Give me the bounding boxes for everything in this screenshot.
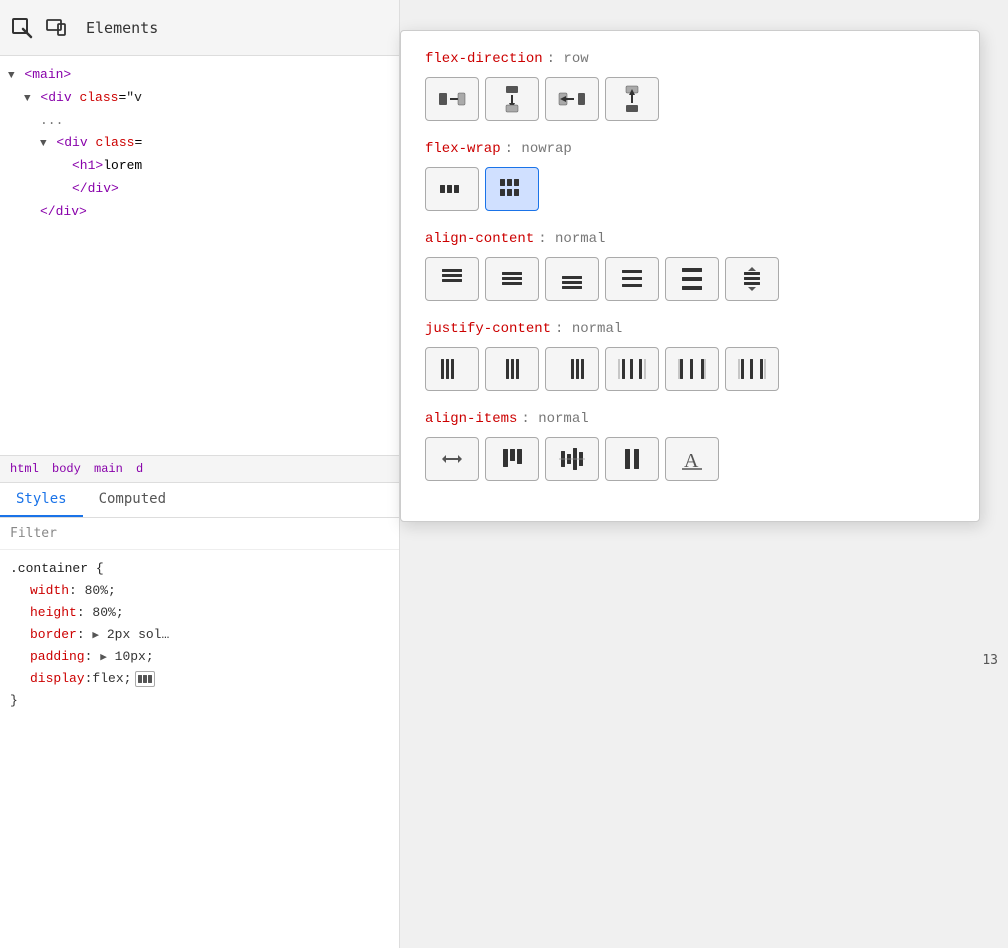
align-items-baseline-btn[interactable]: A <box>665 437 719 481</box>
align-items-buttons: A <box>425 437 955 481</box>
align-items-start-btn[interactable] <box>485 437 539 481</box>
devtools-left-panel: Elements ▼ <main> ▼ <div class="v ... ▼ … <box>0 0 400 948</box>
device-icon[interactable] <box>44 16 68 40</box>
css-closing-brace: } <box>10 690 389 712</box>
justify-content-space-around-btn[interactable] <box>605 347 659 391</box>
breadcrumb-body[interactable]: body <box>52 462 81 476</box>
elements-tab[interactable]: Elements <box>78 15 166 41</box>
align-content-buttons <box>425 257 955 301</box>
justify-content-space-evenly-btn[interactable] <box>725 347 779 391</box>
align-content-stretch-btn[interactable] <box>725 257 779 301</box>
devtools-toolbar: Elements <box>0 0 399 56</box>
tab-computed[interactable]: Computed <box>83 483 182 517</box>
justify-content-title: justify-content: normal <box>425 321 955 337</box>
filter-bar: Filter <box>0 518 399 550</box>
align-items-stretch-btn[interactable] <box>425 437 479 481</box>
tree-div1[interactable]: ▼ <div class="v <box>0 87 399 110</box>
css-prop-padding[interactable]: padding: ▶ 10px; <box>10 646 389 668</box>
tree-h1[interactable]: <h1>lorem <box>0 155 399 178</box>
align-content-title: align-content: normal <box>425 231 955 247</box>
justify-content-center-btn[interactable] <box>485 347 539 391</box>
breadcrumb-html[interactable]: html <box>10 462 39 476</box>
justify-content-end-btn[interactable] <box>545 347 599 391</box>
flex-direction-buttons <box>425 77 955 121</box>
filter-label: Filter <box>10 526 57 541</box>
flex-icon-badge[interactable] <box>135 671 155 687</box>
css-prop-width[interactable]: width: 80%; <box>10 580 389 602</box>
css-prop-display[interactable]: display: flex; <box>10 668 389 690</box>
flex-wrap-nowrap-btn[interactable] <box>425 167 479 211</box>
justify-content-buttons <box>425 347 955 391</box>
tree-div2[interactable]: ▼ <div class= <box>0 132 399 155</box>
align-content-center-btn[interactable] <box>485 257 539 301</box>
inspector-icon[interactable] <box>10 16 34 40</box>
flex-wrap-section: flex-wrap: nowrap <box>425 141 955 211</box>
tree-close-div-outer[interactable]: </div> <box>0 201 399 224</box>
tab-styles[interactable]: Styles <box>0 483 83 517</box>
flex-wrap-wrap-btn[interactable] <box>485 167 539 211</box>
flex-dir-col-btn[interactable] <box>485 77 539 121</box>
align-content-start-btn[interactable] <box>425 257 479 301</box>
html-tree: ▼ <main> ▼ <div class="v ... ▼ <div clas… <box>0 56 399 455</box>
align-content-end-btn[interactable] <box>545 257 599 301</box>
flex-direction-title: flex-direction: row <box>425 51 955 67</box>
breadcrumb: html body main d <box>0 455 399 483</box>
tabs-bar: Styles Computed <box>0 483 399 518</box>
flex-editor-popup: flex-direction: row <box>400 30 980 522</box>
justify-content-space-between-btn[interactable] <box>665 347 719 391</box>
align-content-section: align-content: normal <box>425 231 955 301</box>
align-content-space-between-btn[interactable] <box>665 257 719 301</box>
flex-dir-row-rev-btn[interactable] <box>545 77 599 121</box>
align-items-end-btn[interactable] <box>605 437 659 481</box>
flex-wrap-title: flex-wrap: nowrap <box>425 141 955 157</box>
tree-main[interactable]: ▼ <main> <box>0 64 399 87</box>
justify-content-start-btn[interactable] <box>425 347 479 391</box>
align-items-center-btn[interactable] <box>545 437 599 481</box>
tree-ellipsis: ... <box>0 110 399 133</box>
page-number: 13 <box>982 653 998 668</box>
flex-wrap-buttons <box>425 167 955 211</box>
css-selector-line: .container { <box>10 558 389 580</box>
flex-dir-row-btn[interactable] <box>425 77 479 121</box>
align-content-space-around-btn[interactable] <box>605 257 659 301</box>
styles-content: .container { width: 80%; height: 80%; bo… <box>0 550 399 948</box>
flex-dir-col-rev-btn[interactable] <box>605 77 659 121</box>
align-items-section: align-items: normal <box>425 411 955 481</box>
tree-close-div-inner[interactable]: </div> <box>0 178 399 201</box>
align-items-title: align-items: normal <box>425 411 955 427</box>
css-prop-border[interactable]: border: ▶ 2px sol… <box>10 624 389 646</box>
breadcrumb-d[interactable]: d <box>136 462 143 476</box>
flex-direction-section: flex-direction: row <box>425 51 955 121</box>
css-prop-height[interactable]: height: 80%; <box>10 602 389 624</box>
breadcrumb-main[interactable]: main <box>94 462 123 476</box>
justify-content-section: justify-content: normal <box>425 321 955 391</box>
